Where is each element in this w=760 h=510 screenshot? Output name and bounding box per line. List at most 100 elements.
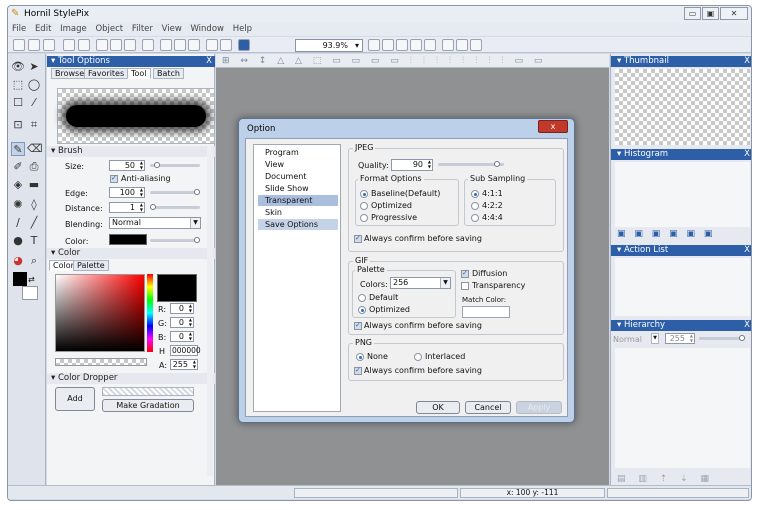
jpeg-confirm-checkbox[interactable] <box>354 234 362 243</box>
menu-file[interactable]: File <box>12 24 26 34</box>
r-spinner[interactable]: 0 <box>170 303 194 314</box>
transform-icon[interactable]: ⌗ <box>27 118 41 132</box>
close-window-button[interactable]: ✕ <box>720 7 748 20</box>
hue-slider[interactable] <box>147 274 153 352</box>
transparency-checkbox[interactable] <box>461 282 469 290</box>
b-spinner[interactable]: 0 <box>170 331 194 342</box>
nav-save-options[interactable]: Save Options <box>258 219 338 230</box>
size-spinner[interactable]: 50 <box>109 160 145 171</box>
dropper-swatches[interactable] <box>102 387 194 396</box>
next-icon[interactable] <box>110 39 122 51</box>
tab-palette[interactable]: Palette <box>73 260 109 271</box>
anti-aliasing-checkbox[interactable] <box>110 174 118 183</box>
zoom-select[interactable]: 93.9% ▾ <box>295 39 363 52</box>
make-gradation-button[interactable]: Make Gradation <box>102 399 194 412</box>
background-color-swatch[interactable] <box>22 286 38 300</box>
shape-icon[interactable]: ● <box>11 234 25 248</box>
open-icon[interactable] <box>28 39 40 51</box>
align-icons[interactable]: ⊞ ↔ ↕ △ △ ⬚ ▭ ▭ ▭ ▭ ⫶ ⫶ ⫶ ⫶ ⫶ ⫶ ⫶ ⫶ ▭ ▭ <box>222 56 546 66</box>
undo-icon[interactable] <box>206 39 218 51</box>
hierarchy-mode[interactable]: Normal <box>613 335 642 344</box>
fit-icon[interactable] <box>396 39 408 51</box>
hierarchy-close[interactable]: X <box>744 320 750 331</box>
action-list-header[interactable]: ▾ Action List X <box>611 245 751 256</box>
edge-slider[interactable] <box>150 189 200 195</box>
ok-button[interactable]: OK <box>416 401 460 414</box>
color-wheel-icon[interactable]: ◕ <box>11 254 25 268</box>
ellipse-select-icon[interactable]: ◯ <box>27 78 41 92</box>
color-section-header[interactable]: ▾ Color <box>47 248 215 259</box>
fill-icon[interactable]: ◈ <box>11 178 25 192</box>
hierarchy-opacity[interactable]: 255 <box>665 333 695 344</box>
hex-input[interactable]: 000000 <box>170 345 201 356</box>
colors-select[interactable]: 256 ▼ <box>390 277 451 289</box>
nav-view[interactable]: View <box>258 159 338 170</box>
thumbnail-close[interactable]: X <box>744 56 750 67</box>
monitor-icon[interactable] <box>78 39 90 51</box>
view-mode-icon[interactable] <box>424 39 436 51</box>
brush-section-header[interactable]: ▾ Brush <box>47 146 215 157</box>
lasso-icon[interactable]: ☐ <box>11 96 25 110</box>
text-icon[interactable]: T <box>27 234 41 248</box>
nav-skin[interactable]: Skin <box>258 207 338 218</box>
print-icon[interactable] <box>63 39 75 51</box>
action-list-close[interactable]: X <box>744 245 750 256</box>
hierarchy-opacity-slider[interactable] <box>699 335 745 341</box>
grid-icon[interactable] <box>456 39 468 51</box>
zoom-tool-icon[interactable]: ⌕ <box>27 254 41 268</box>
menu-view[interactable]: View <box>162 24 182 34</box>
diffusion-checkbox[interactable] <box>461 269 469 278</box>
format-baseline-radio[interactable] <box>360 190 368 198</box>
hierarchy-view[interactable] <box>615 348 750 468</box>
hierarchy-mode-dropdown[interactable]: ▼ <box>651 333 659 344</box>
color-gradient-picker[interactable] <box>55 274 145 352</box>
guide-icon[interactable] <box>470 39 482 51</box>
brush-opacity-slider[interactable] <box>150 237 200 243</box>
new-icon[interactable] <box>13 39 25 51</box>
format-progressive-radio[interactable] <box>360 214 368 222</box>
rect-select-icon[interactable]: ⬚ <box>11 78 25 92</box>
alpha-bar[interactable] <box>55 358 147 366</box>
maximize-button[interactable]: ▣ <box>702 7 719 20</box>
fullscreen-icon[interactable] <box>238 39 250 51</box>
zoom-out-icon[interactable] <box>382 39 394 51</box>
blending-select[interactable]: Normal ▼ <box>109 217 201 229</box>
thumbnail-header[interactable]: ▾ Thumbnail X <box>611 56 751 67</box>
nav-slide-show[interactable]: Slide Show <box>258 183 338 194</box>
palette-optimized-radio[interactable] <box>358 306 366 314</box>
apply-button[interactable]: Apply <box>516 401 562 414</box>
distance-slider[interactable] <box>150 204 200 210</box>
cancel-button[interactable]: Cancel <box>465 401 511 414</box>
distance-spinner[interactable]: 1 <box>109 202 145 213</box>
size-slider[interactable] <box>150 162 200 168</box>
sub-422-radio[interactable] <box>471 202 479 210</box>
format-optimized-radio[interactable] <box>360 202 368 210</box>
action-list-view[interactable] <box>615 258 750 316</box>
pencil-icon[interactable]: ✐ <box>11 160 25 174</box>
thumbnail-view[interactable] <box>615 69 750 145</box>
close-doc-icon[interactable] <box>124 39 136 51</box>
eraser-icon[interactable]: ⌫ <box>27 142 43 156</box>
nav-transparent[interactable]: Transparent <box>258 195 338 206</box>
a-spinner[interactable]: 255 <box>170 359 198 370</box>
redo-icon[interactable] <box>220 39 232 51</box>
png-confirm-checkbox[interactable] <box>354 366 362 375</box>
nav-program[interactable]: Program <box>258 147 338 158</box>
cut-icon[interactable] <box>160 39 172 51</box>
tab-browse[interactable]: Browse <box>51 68 89 79</box>
png-interlaced-radio[interactable] <box>414 353 422 361</box>
crop-icon[interactable]: ⊡ <box>11 118 25 132</box>
copy-icon[interactable] <box>174 39 186 51</box>
tab-favorites[interactable]: Favorites <box>84 68 129 79</box>
move-icon[interactable]: ➤ <box>27 60 41 74</box>
line-icon[interactable]: ╱ <box>27 216 41 230</box>
blur-icon[interactable]: ✺ <box>11 198 25 212</box>
panel-collapse-icon[interactable]: ▾ <box>51 56 58 66</box>
actual-size-icon[interactable] <box>410 39 422 51</box>
menu-filter[interactable]: Filter <box>132 24 153 34</box>
ruler-icon[interactable] <box>442 39 454 51</box>
menu-image[interactable]: Image <box>60 24 87 34</box>
magic-wand-icon[interactable]: ⁄ <box>27 96 41 110</box>
sub-411-radio[interactable] <box>471 190 479 198</box>
histogram-close[interactable]: X <box>744 149 750 160</box>
